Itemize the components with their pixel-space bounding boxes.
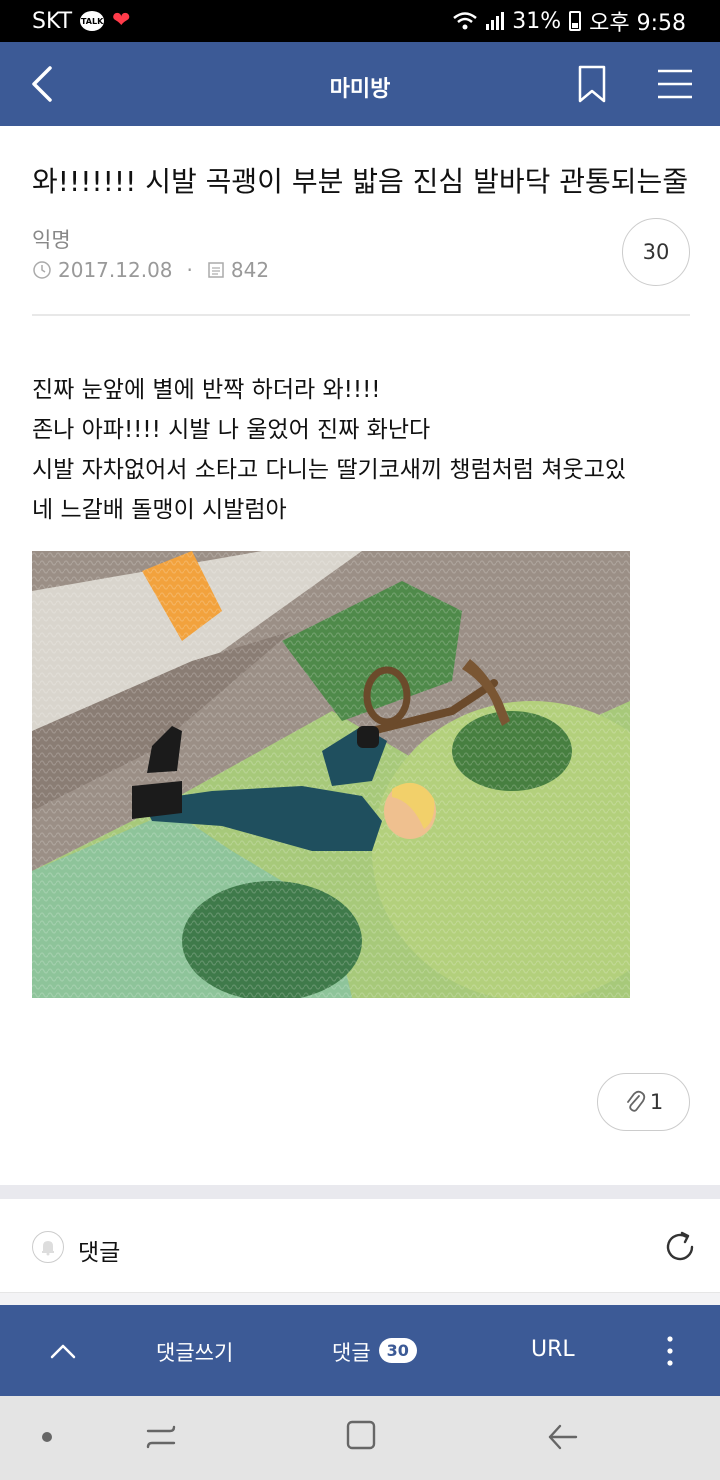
body-line: 존나 아파!!!! 시발 나 울었어 진짜 화난다 [32, 417, 431, 443]
carrier-label: SKT [32, 8, 73, 34]
meta-separator: · [186, 258, 193, 282]
back-icon[interactable] [546, 1420, 580, 1454]
body-line: 시발 자차없어서 소타고 다니는 딸기코새끼 챙럼처럼 쳐웃고있 [32, 457, 627, 483]
more-options-icon[interactable] [660, 1333, 680, 1369]
comments-label: 댓글 [78, 1240, 121, 1266]
recent-apps-icon[interactable] [144, 1420, 178, 1454]
bell-glyph-icon [42, 1241, 54, 1256]
comments-button-label: 댓글 [332, 1341, 371, 1365]
signal-icon [486, 12, 505, 30]
comments-button[interactable]: 댓글 30 [332, 1337, 417, 1367]
bell-icon[interactable] [32, 1231, 64, 1263]
body-line: 진짜 눈앞에 별에 반짝 하더라 와!!!! [32, 377, 381, 403]
battery-icon [569, 11, 582, 31]
dot-icon[interactable] [40, 1430, 54, 1444]
section-separator [0, 1185, 720, 1199]
attachment-count: 1 [649, 1090, 664, 1114]
hamburger-menu-icon[interactable] [656, 68, 694, 100]
bookmark-icon[interactable] [576, 64, 608, 104]
refresh-icon[interactable] [662, 1229, 698, 1265]
bottom-action-bar: 댓글쓰기 댓글 30 URL [0, 1305, 720, 1396]
app-header: 마미방 [0, 42, 720, 126]
post-author: 익명 [32, 228, 71, 252]
comments-badge: 30 [378, 1337, 417, 1363]
post-views: 842 [230, 258, 270, 282]
post-body: 진짜 눈앞에 별에 반짝 하더라 와!!!! 존나 아파!!!! 시발 나 울었… [32, 370, 692, 530]
battery-percent: 31% [512, 8, 562, 34]
page-title: 마미방 [329, 77, 391, 102]
kakaotalk-icon: TALK [80, 11, 105, 31]
body-line: 네 느갈배 돌맹이 시발럼아 [32, 497, 287, 523]
clock: 오후 9:58 [589, 11, 686, 36]
url-button[interactable]: URL [531, 1337, 575, 1362]
wifi-icon [453, 12, 477, 30]
views-icon [208, 262, 224, 278]
heart-icon: ❤ [112, 8, 131, 33]
clock-icon [33, 261, 51, 279]
section-separator [0, 1293, 720, 1305]
post-title: 와!!!!!!! 시발 곡괭이 부분 밟음 진심 발바닥 관통되는줄 [32, 165, 689, 198]
divider [32, 314, 690, 316]
comment-count-button[interactable]: 30 [622, 218, 690, 286]
system-nav-bar [0, 1396, 720, 1480]
post-meta: 2017.12.08 · 842 [32, 258, 269, 282]
write-comment-button[interactable]: 댓글쓰기 [156, 1337, 233, 1367]
chevron-up-icon[interactable] [46, 1335, 80, 1365]
comments-section: 댓글 [0, 1199, 720, 1293]
status-bar: SKT TALK ❤ 31% 오후 9:58 [0, 0, 720, 42]
home-icon[interactable] [344, 1418, 378, 1452]
post-date: 2017.12.08 [58, 258, 173, 282]
attachment-button[interactable]: 1 [597, 1073, 690, 1131]
paperclip-icon [626, 1090, 645, 1112]
post-photo[interactable] [32, 551, 630, 998]
